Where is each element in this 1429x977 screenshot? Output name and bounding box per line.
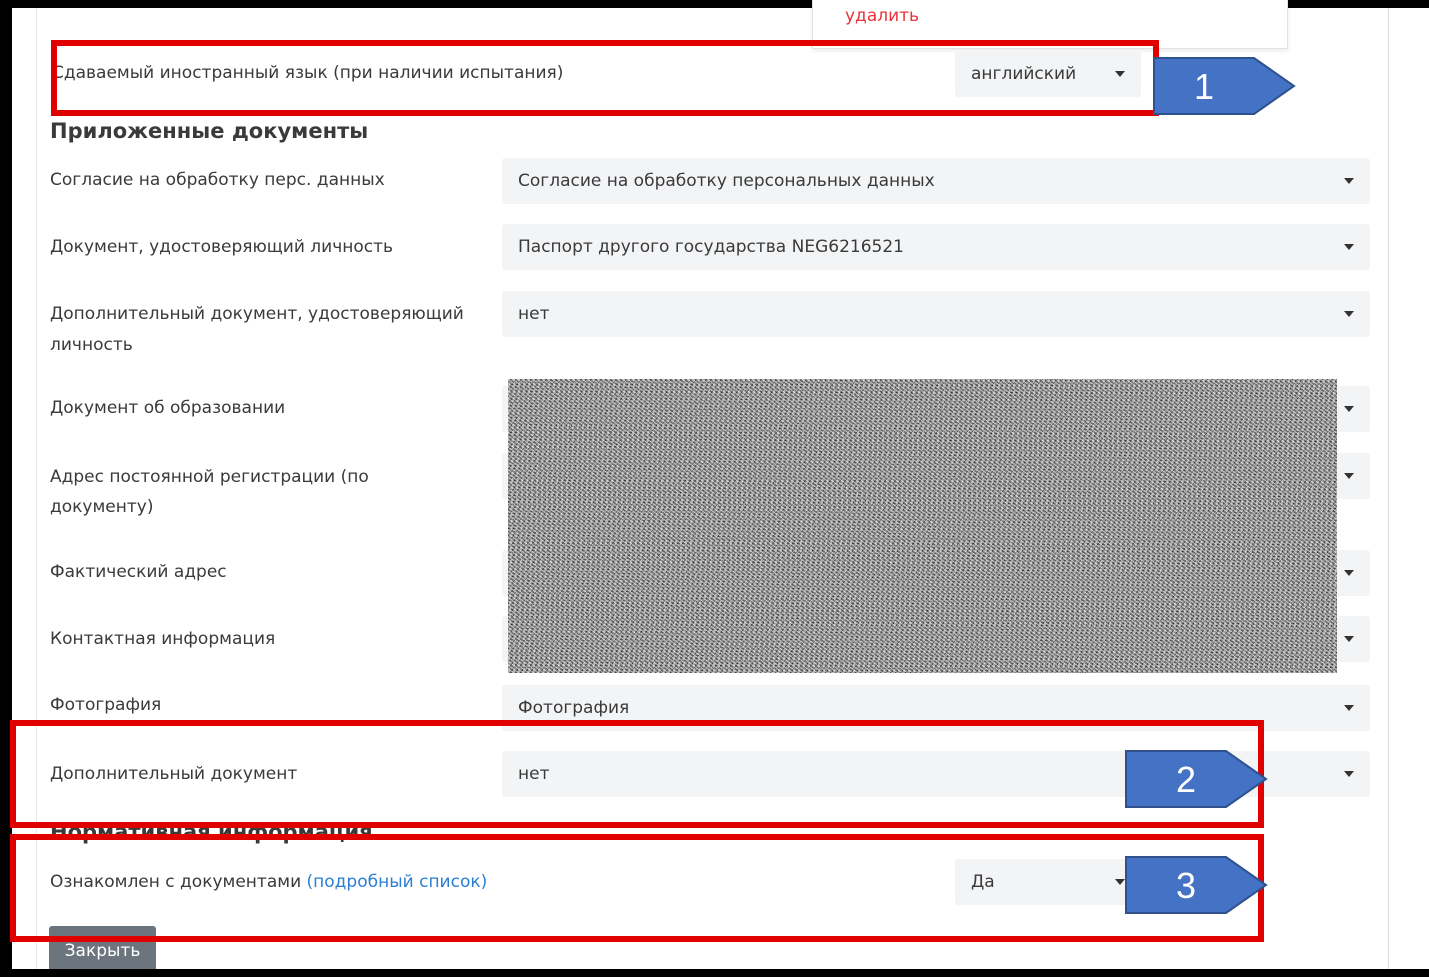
callout-number-3: 3 [1175, 865, 1197, 906]
panel-divider [1388, 8, 1389, 969]
chevron-down-icon [1344, 705, 1354, 711]
additional-document-select[interactable]: нет [502, 751, 1370, 797]
acquainted-select[interactable]: Да [955, 859, 1141, 905]
chevron-down-icon [1344, 178, 1354, 184]
language-select-value: английский [971, 64, 1077, 84]
additional-document-label: Дополнительный документ [50, 764, 298, 784]
acquainted-label: Ознакомлен с документами (подробный спис… [50, 867, 487, 897]
consent-select-value: Согласие на обработку персональных данны… [518, 171, 935, 191]
language-label: Сдаваемый иностранный язык (при наличии … [52, 63, 564, 83]
contact-info-label: Контактная информация [50, 629, 276, 649]
identity-document-value: Паспорт другого государства NEG6216521 [518, 237, 904, 257]
photo-select-value: Фотография [518, 698, 630, 718]
screen-frame-bottom [0, 969, 1429, 977]
callout-arrow-3 [1125, 856, 1268, 914]
education-document-label: Документ об образовании [50, 398, 286, 418]
normative-info-title: Нормативная информация [50, 820, 373, 844]
consent-label: Согласие на обработку перс. данных [50, 170, 385, 190]
chevron-down-icon [1115, 879, 1125, 885]
chevron-down-icon [1344, 570, 1354, 576]
extra-identity-select[interactable]: нет [502, 291, 1370, 337]
chevron-down-icon [1344, 771, 1354, 777]
consent-select[interactable]: Согласие на обработку персональных данны… [502, 158, 1370, 204]
identity-document-select[interactable]: Паспорт другого государства NEG6216521 [502, 224, 1370, 270]
extra-identity-label: Дополнительный документ, удостоверяющий [50, 304, 464, 324]
detailed-list-link[interactable]: (подробный список) [307, 872, 488, 892]
chevron-down-icon [1344, 244, 1354, 250]
actual-address-label: Фактический адрес [50, 562, 227, 582]
content-border [36, 8, 37, 969]
acquainted-label-text: Ознакомлен с документами [50, 872, 302, 892]
extra-identity-label-line2: личность [50, 335, 133, 355]
extra-identity-value: нет [518, 304, 550, 324]
photo-select[interactable]: Фотография [502, 685, 1370, 731]
registration-address-label-line2: документу) [50, 497, 154, 517]
callout-number-1: 1 [1193, 66, 1215, 107]
chevron-down-icon [1344, 406, 1354, 412]
photo-label: Фотография [50, 695, 162, 715]
attached-documents-title: Приложенные документы [50, 119, 369, 143]
delete-menu-item[interactable]: удалить [845, 6, 919, 26]
additional-document-value: нет [518, 764, 550, 784]
acquainted-select-value: Да [971, 872, 995, 892]
chevron-down-icon [1344, 311, 1354, 317]
chevron-down-icon [1344, 473, 1354, 479]
screen-frame-left [0, 0, 12, 977]
chevron-down-icon [1115, 71, 1125, 77]
context-popup: удалить [812, 0, 1288, 49]
callout-arrow-1 [1153, 57, 1296, 115]
chevron-down-icon [1344, 636, 1354, 642]
language-select[interactable]: английский [955, 51, 1141, 97]
registration-address-label: Адрес постоянной регистрации (по [50, 467, 369, 487]
redacted-region [508, 379, 1337, 673]
identity-document-label: Документ, удостоверяющий личность [50, 237, 394, 257]
